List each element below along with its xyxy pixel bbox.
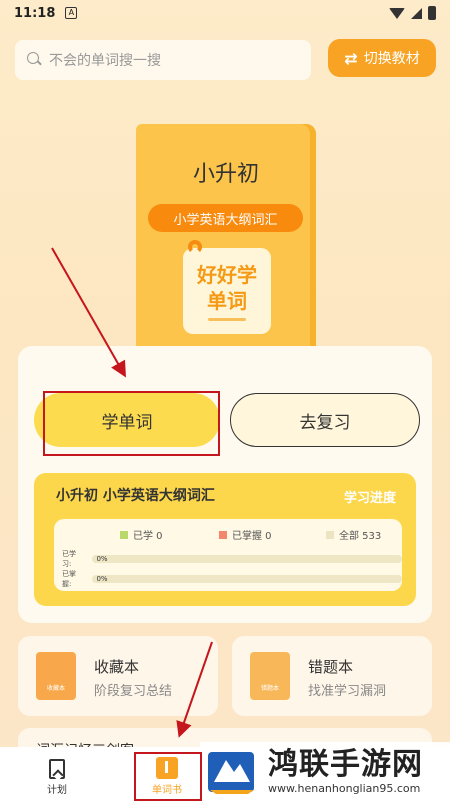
mastered-bar-label: 已掌握: xyxy=(62,570,76,588)
mistakes-tile[interactable]: 错题本 错题本 找准学习漏洞 xyxy=(232,636,432,716)
mistakes-title: 错题本 xyxy=(308,658,354,676)
favorites-tile[interactable]: 收藏本 收藏本 阶段复习总结 xyxy=(18,636,218,716)
legend-learned-swatch xyxy=(120,530,128,539)
status-icons xyxy=(389,6,436,20)
notification-icon: A xyxy=(65,7,78,19)
mistakes-icon-text: 错题本 xyxy=(260,685,279,692)
search-input[interactable]: 不会的单词搜一搜 xyxy=(15,40,311,80)
battery-icon xyxy=(428,6,436,20)
legend-mastered: 已掌握 0 xyxy=(219,527,272,542)
progress-label: 学习进度 xyxy=(343,491,396,506)
favorites-book-icon: 收藏本 xyxy=(36,652,76,700)
favorites-subtitle: 阶段复习总结 xyxy=(94,684,173,699)
learned-bar-track: 0% xyxy=(92,555,402,563)
status-time: 11:18 xyxy=(14,5,56,21)
legend-learned: 已学 0 xyxy=(120,527,163,542)
review-button[interactable]: 去复习 xyxy=(230,393,420,447)
signal-icon xyxy=(411,7,422,19)
legend-total: 全部 533 xyxy=(326,527,381,542)
badge-line1: 好好学 xyxy=(197,262,257,287)
status-bar: 11:18 A xyxy=(0,0,450,26)
swap-arrows-icon: ⇄ xyxy=(344,48,358,68)
watermark-url: www.henanhonglian95.com xyxy=(268,782,421,795)
wifi-icon xyxy=(389,7,405,19)
annotation-box-wordbook xyxy=(134,752,202,801)
ring-icon xyxy=(188,240,202,254)
progress-panel: 已学 0 已掌握 0 全部 533 已学习: 0% 已掌握: 0% xyxy=(54,519,402,591)
search-placeholder: 不会的单词搜一搜 xyxy=(49,53,161,69)
mastered-bar-row: 已掌握: 0% xyxy=(62,569,402,589)
watermark-logo-icon xyxy=(204,746,260,798)
tab-plan-label: 计划 xyxy=(47,785,67,796)
progress-title: 小升初 小学英语大纲词汇 xyxy=(56,488,215,504)
legend-total-text: 全部 533 xyxy=(339,531,382,542)
switch-textbook-label: 切换教材 xyxy=(363,51,420,67)
legend-mastered-text: 已掌握 0 xyxy=(232,531,272,542)
learned-bar-pct: 0% xyxy=(96,555,108,563)
switch-textbook-button[interactable]: ⇄ 切换教材 xyxy=(328,39,436,77)
badge-line2: 单词 xyxy=(207,288,247,313)
favorites-title: 收藏本 xyxy=(94,658,140,676)
badge-underline xyxy=(208,317,246,321)
search-icon xyxy=(27,52,43,68)
legend-learned-text: 已学 0 xyxy=(133,531,163,542)
book-subtitle: 小学英语大纲词汇 xyxy=(148,204,303,232)
mastered-bar-track: 0% xyxy=(92,575,402,583)
book-badge: 好好学 单词 xyxy=(183,248,271,334)
watermark: 鸿联手游网 www.henanhonglian95.com xyxy=(200,742,450,801)
legend-mastered-swatch xyxy=(219,530,227,539)
learned-bar-row: 已学习: 0% xyxy=(62,549,402,569)
book-cover[interactable]: 小升初 小学英语大纲词汇 好好学 单词 xyxy=(136,124,316,362)
watermark-title: 鸿联手游网 xyxy=(268,747,423,782)
annotation-box-learn xyxy=(43,391,220,456)
mistakes-book-icon: 错题本 xyxy=(250,652,290,700)
mistakes-subtitle: 找准学习漏洞 xyxy=(308,684,387,699)
mastered-bar-pct: 0% xyxy=(96,575,108,583)
book-title: 小升初 xyxy=(192,162,259,187)
learned-bar-label: 已学习: xyxy=(62,550,76,568)
legend-total-swatch xyxy=(326,530,334,539)
favorites-icon-text: 收藏本 xyxy=(46,685,65,692)
bookmark-icon xyxy=(49,759,65,779)
tab-plan[interactable]: 计划 xyxy=(22,751,92,799)
progress-card: 小升初 小学英语大纲词汇 学习进度 已学 0 已掌握 0 全部 533 已学习:… xyxy=(34,473,416,606)
